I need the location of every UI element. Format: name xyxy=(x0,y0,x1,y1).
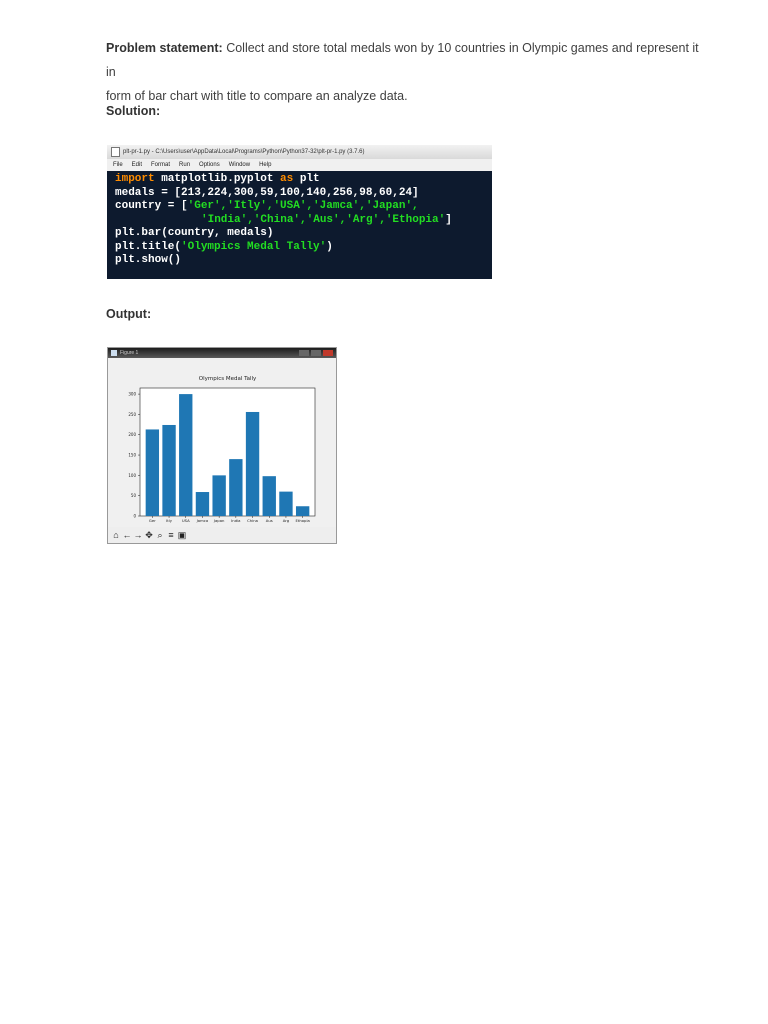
menu-run: Run xyxy=(179,162,191,168)
bar-usa xyxy=(179,394,193,516)
bar-jamca xyxy=(195,492,210,516)
figure-titlebar: Figure 1 xyxy=(108,348,336,358)
bar-arg xyxy=(279,491,293,516)
figure-toolbar: ⌂ ← → ✥ ⌕ ≡ ▣ xyxy=(108,527,336,543)
menu-file: File xyxy=(113,162,123,168)
code-text: ] xyxy=(445,213,452,226)
code-line-2: medals = [213,224,300,59,100,140,256,98,… xyxy=(115,186,419,199)
code-text: country = [ xyxy=(115,200,188,212)
code-line-5: plt.bar(country, medals) xyxy=(115,227,274,239)
figure-window-title: Figure 1 xyxy=(120,350,139,356)
code-editor: import matplotlib.pyplot as plt medals = … xyxy=(107,171,492,268)
idle-menubar: File Edit Format Run Options Window Help xyxy=(107,159,492,171)
figure-app-icon xyxy=(111,350,117,356)
keyword-as: as xyxy=(280,173,294,185)
keyword-import: import xyxy=(115,173,155,185)
code-line-1: import matplotlib.pyplot as plt xyxy=(115,173,492,187)
menu-format: Format xyxy=(151,162,171,168)
code-line-4: 'India','China','Aus','Arg','Ethopia'] xyxy=(115,214,492,228)
solution-heading: Solution: xyxy=(106,104,161,118)
maximize-button[interactable] xyxy=(311,350,321,356)
bar-japan xyxy=(212,475,226,516)
x-tick-label: Jamca xyxy=(196,518,209,523)
x-tick-label: Aus xyxy=(266,518,273,523)
x-tick-label: Japan xyxy=(213,518,225,523)
x-tick-label: India xyxy=(231,518,240,523)
code-line-7: plt.show() xyxy=(115,254,182,266)
close-button[interactable] xyxy=(323,350,333,356)
x-tick-label: Itly xyxy=(166,518,173,523)
figure-window: Figure 1 Olympics Medal Tally 0 50 100 150 20… xyxy=(107,347,337,544)
code-text: plt.title( xyxy=(115,240,182,253)
x-tick-label: Ger xyxy=(149,518,156,523)
minimize-button[interactable] xyxy=(299,350,309,356)
problem-label: Problem statement: xyxy=(106,41,223,55)
y-tick-label: 150 xyxy=(128,453,136,458)
code-screenshot: plt-pr-1.py - C:\Users\user\AppData\Loca… xyxy=(107,145,492,279)
x-tick-label: Arg xyxy=(283,518,290,523)
python-file-icon xyxy=(111,147,120,157)
menu-help: Help xyxy=(259,162,272,168)
problem-text-line2: form of bar chart with title to compare … xyxy=(106,89,408,103)
problem-statement: Problem statement: Collect and store tot… xyxy=(106,36,706,108)
code-string: 'India','China','Aus','Arg','Ethopia' xyxy=(201,213,446,226)
output-heading: Output: xyxy=(106,307,152,321)
bar-ger xyxy=(145,429,160,516)
y-tick-label: 50 xyxy=(131,493,137,498)
back-icon[interactable]: ← xyxy=(122,530,132,540)
menu-options: Options xyxy=(199,162,220,168)
bar-china xyxy=(245,411,260,516)
zoom-icon[interactable]: ⌕ xyxy=(155,530,165,540)
code-text: matplotlib.pyplot xyxy=(154,173,281,185)
code-line-3: country = ['Ger','Itly','USA','Jamca','J… xyxy=(115,200,492,214)
bar-aus xyxy=(262,476,276,516)
code-text: ) xyxy=(326,240,333,253)
y-tick-label: 250 xyxy=(128,412,136,417)
window-controls xyxy=(299,350,336,356)
code-text: plt xyxy=(293,173,320,185)
menu-edit: Edit xyxy=(131,162,143,168)
y-tick-label: 0 xyxy=(133,514,136,519)
y-tick-label: 200 xyxy=(128,432,136,437)
code-line-6: plt.title('Olympics Medal Tally') xyxy=(115,241,492,255)
pan-icon[interactable]: ✥ xyxy=(144,530,154,540)
x-tick-label: USA xyxy=(182,518,190,523)
x-tick-label: China xyxy=(247,518,258,523)
y-tick-label: 300 xyxy=(128,392,136,397)
idle-titlebar: plt-pr-1.py - C:\Users\user\AppData\Loca… xyxy=(107,145,492,159)
home-icon[interactable]: ⌂ xyxy=(111,530,121,540)
bar-india xyxy=(229,459,243,516)
bar-chart: Olympics Medal Tally 0 50 100 150 200 250 300 Ge… xyxy=(128,376,316,523)
chart-title: Olympics Medal Tally xyxy=(199,376,257,382)
bar-itly xyxy=(162,424,176,516)
idle-window-title: plt-pr-1.py - C:\Users\user\AppData\Loca… xyxy=(123,149,365,155)
y-tick-label: 100 xyxy=(128,473,136,478)
code-string: 'Olympics Medal Tally' xyxy=(181,240,327,253)
forward-icon[interactable]: → xyxy=(133,530,143,540)
x-tick-label: Ethopia xyxy=(295,518,309,523)
menu-window: Window xyxy=(228,162,251,168)
bar-ethopia xyxy=(295,506,310,516)
code-string: 'Ger','Itly','USA','Jamca','Japan', xyxy=(187,200,419,212)
save-icon[interactable]: ▣ xyxy=(177,530,187,540)
configure-icon[interactable]: ≡ xyxy=(166,530,176,540)
